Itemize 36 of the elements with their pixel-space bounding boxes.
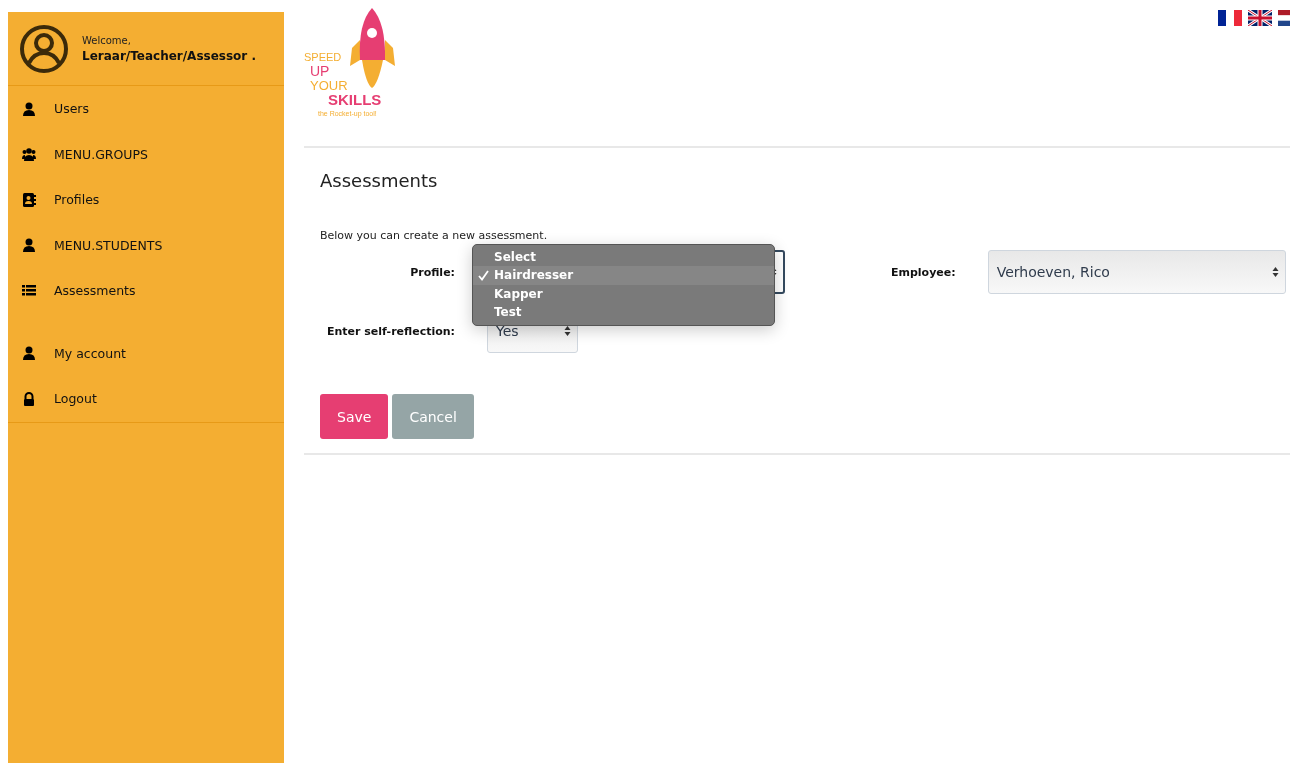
field-label: Profile: xyxy=(409,265,455,279)
person-icon xyxy=(22,238,36,253)
contact-book-icon xyxy=(22,192,36,207)
intro-text: Below you can create a new assessment. xyxy=(320,229,549,242)
logo-text: SPEED xyxy=(304,52,342,63)
logo-text: SKILLS xyxy=(328,92,382,107)
list-icon xyxy=(22,283,36,298)
person-icon xyxy=(22,346,36,361)
dropdown-option[interactable]: Hairdresser xyxy=(473,266,774,285)
checkmark-icon xyxy=(478,269,489,281)
person-icon xyxy=(22,101,36,116)
field-label: Employee: xyxy=(891,265,956,279)
sidebar-menu-item[interactable]: Users xyxy=(8,86,284,132)
sidebar-menu-item[interactable]: MENU.STUDENTS xyxy=(8,222,284,268)
padlock-icon xyxy=(22,391,36,406)
sidebar-menu-item[interactable]: Profiles xyxy=(8,177,284,223)
sidebar-menu-item[interactable]: Assessments xyxy=(8,268,284,314)
dropdown-arrows-icon xyxy=(564,325,571,337)
welcome-text: Welcome, xyxy=(82,34,132,46)
dropdown-option[interactable]: Kapper xyxy=(473,284,774,303)
avatar-icon xyxy=(20,24,68,73)
british-flag-icon[interactable] xyxy=(1247,10,1272,26)
page-title: Assessments xyxy=(320,170,439,191)
dropdown-option[interactable]: Select xyxy=(473,248,774,267)
employee-select[interactable]: Verhoeven, Rico xyxy=(987,250,1286,294)
user-name: Leraar/Teacher/Assessor . xyxy=(82,48,257,63)
logo-text: UP xyxy=(310,64,330,78)
sidebar-menu-item[interactable]: MENU.GROUPS xyxy=(8,131,284,177)
dropdown-arrows-icon xyxy=(1271,266,1279,278)
logo-text: YOUR xyxy=(310,79,348,92)
field-label: Enter self-reflection: xyxy=(325,324,455,338)
sidebar-menu-item[interactable]: Logout xyxy=(8,376,284,422)
french-flag-icon[interactable] xyxy=(1217,10,1242,26)
group-icon xyxy=(22,147,36,162)
sidebar-menu-item[interactable]: My account xyxy=(8,330,284,376)
save-button[interactable]: Save xyxy=(320,394,389,439)
